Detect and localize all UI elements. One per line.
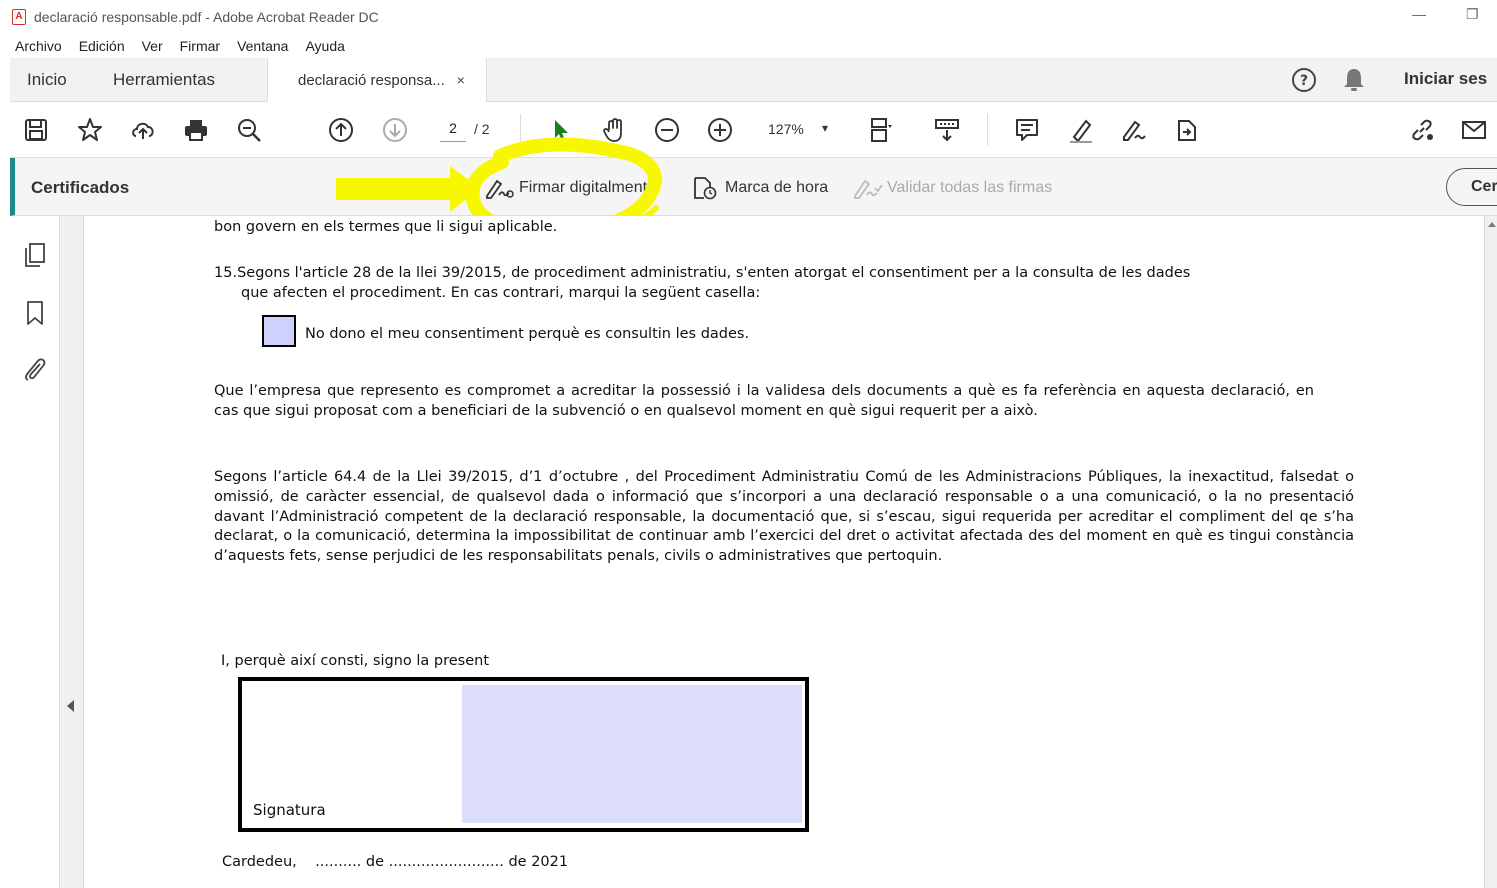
validate-all-label: Validar todas las firmas <box>887 179 1053 196</box>
doc-date-line: Cardedeu, .......... de ................… <box>222 854 569 870</box>
timestamp-button[interactable]: Marca de hora <box>691 176 828 200</box>
save-icon[interactable] <box>22 116 50 144</box>
window-title: declaració responsable.pdf - Adobe Acrob… <box>34 9 379 25</box>
doc-paragraph-article-64: Segons l’article 64.4 de la Llei 39/2015… <box>214 469 1354 565</box>
consent-checkbox[interactable] <box>262 315 296 347</box>
scroll-mode-icon[interactable] <box>933 116 961 144</box>
sign-in-button[interactable]: Iniciar ses <box>1404 69 1487 89</box>
svg-text:?: ? <box>1300 73 1308 89</box>
page-fit-icon[interactable] <box>867 116 895 144</box>
share-icon[interactable] <box>1172 116 1200 144</box>
zoom-search-icon[interactable] <box>235 116 263 144</box>
attachment-paperclip-icon[interactable] <box>22 356 48 382</box>
print-icon[interactable] <box>182 116 210 144</box>
signature-field[interactable] <box>462 685 802 823</box>
help-icon[interactable]: ? <box>1290 66 1318 94</box>
comment-icon[interactable] <box>1013 116 1041 144</box>
minimize-button[interactable]: — <box>1412 6 1426 22</box>
close-tab-icon[interactable]: × <box>457 72 465 88</box>
link-icon[interactable] <box>1408 116 1436 144</box>
certificates-title: Certificados <box>31 178 130 197</box>
tab-tools[interactable]: Herramientas <box>113 58 215 102</box>
toolbar-separator <box>987 114 988 146</box>
zoom-in-icon[interactable] <box>706 116 734 144</box>
timestamp-icon <box>694 177 717 200</box>
highlight-icon[interactable] <box>1067 116 1095 144</box>
vertical-scrollbar[interactable] <box>1484 216 1497 888</box>
consent-checkbox-label: No dono el meu consentiment perquè es co… <box>305 326 750 342</box>
doc-item-15-number: 15. <box>214 265 238 281</box>
menu-ver[interactable]: Ver <box>142 38 163 54</box>
validate-signature-icon <box>854 179 883 199</box>
page-thumbnails-icon[interactable] <box>22 242 48 268</box>
main-toolbar: 2 / 2 127% ▾ <box>10 102 1497 158</box>
doc-item-15-line2: que afecten el procediment. En cas contr… <box>241 285 761 301</box>
notifications-bell-icon[interactable] <box>1341 66 1367 94</box>
page-total: / 2 <box>474 121 490 137</box>
restore-button[interactable]: ❐ <box>1466 6 1479 23</box>
left-navigation-pane <box>10 216 60 888</box>
scroll-up-arrow-icon[interactable] <box>1488 222 1496 227</box>
pdf-file-icon: A <box>12 9 26 25</box>
menu-edicion[interactable]: Edición <box>79 38 125 54</box>
tab-document[interactable]: declaració responsa... × <box>267 58 487 102</box>
doc-sign-intro: I, perquè així consti, signo la present <box>221 653 490 669</box>
collapse-left-arrow-icon[interactable] <box>67 700 74 712</box>
timestamp-label: Marca de hora <box>725 179 829 196</box>
bookmarks-icon[interactable] <box>22 300 48 326</box>
email-icon[interactable] <box>1460 116 1488 144</box>
menu-ventana[interactable]: Ventana <box>237 38 288 54</box>
tab-document-label: declaració responsa... <box>298 71 445 89</box>
title-bar: A declaració responsable.pdf - Adobe Acr… <box>0 0 1497 34</box>
chevron-down-icon[interactable]: ▾ <box>822 121 828 135</box>
doc-paragraph-commitment: Que l’empresa que represento es comprome… <box>214 383 1314 419</box>
menu-bar: Archivo Edición Ver Firmar Ventana Ayuda <box>0 34 1497 58</box>
signature-label: Signatura <box>253 801 326 819</box>
menu-firmar[interactable]: Firmar <box>180 38 220 54</box>
doc-item-15-line1: Segons l'article 28 de la llei 39/2015, … <box>237 265 1191 281</box>
tab-home[interactable]: Inicio <box>27 58 67 102</box>
validate-all-signatures-button[interactable]: Validar todas las firmas <box>853 176 1052 200</box>
sign-icon[interactable] <box>1120 116 1148 144</box>
pane-collapse-strip[interactable] <box>60 216 84 888</box>
tab-bar: Inicio Herramientas declaració responsa.… <box>10 58 1497 102</box>
pdf-document-page: bon govern en els termes que li sigui ap… <box>84 216 1484 888</box>
zoom-level-dropdown[interactable]: 127% <box>768 121 804 137</box>
menu-ayuda[interactable]: Ayuda <box>305 38 344 54</box>
bookmark-star-icon[interactable] <box>76 116 104 144</box>
close-certificates-button[interactable]: Cer <box>1446 168 1497 206</box>
doc-item-15: 15.Segons l'article 28 de la llei 39/201… <box>214 264 1354 284</box>
signature-box: Signatura <box>238 677 809 832</box>
upload-cloud-icon[interactable] <box>129 116 157 144</box>
menu-archivo[interactable]: Archivo <box>15 38 62 54</box>
certificates-toolbar: Certificados Firmar digitalmente Marca d… <box>10 158 1497 216</box>
doc-line-top: bon govern en els termes que li sigui ap… <box>214 219 558 235</box>
